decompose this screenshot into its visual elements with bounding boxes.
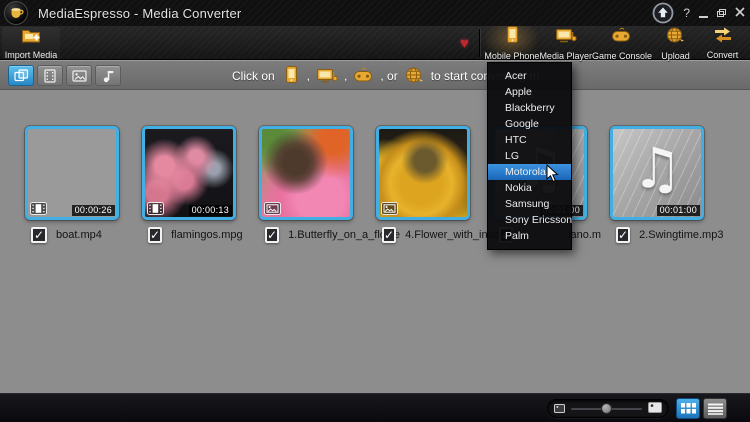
media-thumbnail[interactable]: 00:01:00 ♫	[610, 126, 704, 220]
media-checkbox[interactable]: ✓	[31, 227, 47, 243]
video-type-badge-icon	[30, 202, 47, 215]
window-title: MediaEspresso - Media Converter	[38, 5, 242, 21]
media-item: 00:01:00 ♫ ✓ 2.Swingtime.mp3	[610, 126, 723, 243]
duration-badge: 00:01:00	[656, 205, 700, 216]
heart-icon: ♥	[459, 34, 469, 52]
filter-photo-button[interactable]	[66, 65, 92, 86]
filter-video-icon	[44, 68, 56, 83]
zoom-in-icon[interactable]	[648, 400, 662, 418]
title-bar: MediaEspresso - Media Converter ?	[0, 0, 750, 26]
game-console-icon	[611, 25, 632, 50]
thumbnail-zoom-slider[interactable]	[547, 399, 669, 418]
media-item: ✓ 1.Butterfly_on_a_flowe	[259, 126, 400, 243]
device-menu-item-google[interactable]: Google	[488, 116, 571, 132]
minimize-button[interactable]	[699, 15, 708, 18]
upload-icon	[665, 25, 686, 50]
list-view-icon	[707, 403, 723, 415]
duration-badge: 00:00:13	[188, 205, 232, 216]
music-note-icon: ♫	[631, 136, 683, 202]
grid-view-icon	[680, 403, 696, 414]
media-player-label: Media Player	[539, 51, 592, 61]
toolbar-divider	[479, 29, 481, 57]
zoom-out-icon[interactable]	[554, 400, 565, 418]
media-checkbox[interactable]: ✓	[382, 227, 397, 243]
convert-icon	[712, 26, 734, 49]
media-thumbnail[interactable]: 00:00:26	[25, 126, 119, 220]
close-button[interactable]	[735, 7, 745, 19]
mobile-phone-icon	[502, 25, 522, 50]
favorites-button[interactable]: ♥	[451, 26, 477, 60]
device-button-group: ♥ Mobile Phone Media Player Game Console…	[451, 25, 746, 61]
media-item: ✓ 4.Flower_with_insect.j	[376, 126, 513, 243]
media-player-mini-icon	[316, 65, 338, 88]
list-view-button[interactable]	[703, 398, 727, 419]
filter-photo-icon	[71, 69, 87, 82]
device-menu-item-lg[interactable]: LG	[488, 148, 571, 164]
device-menu-item-palm[interactable]: Palm	[488, 228, 571, 244]
convert-label: Convert	[706, 50, 739, 60]
help-button[interactable]: ?	[683, 7, 690, 19]
media-checkbox[interactable]: ✓	[265, 227, 280, 243]
device-menu-item-blackberry[interactable]: Blackberry	[488, 100, 571, 116]
slider-track[interactable]	[571, 402, 642, 414]
device-brand-menu: Acer Apple Blackberry Google HTC LG Motorola No…	[487, 62, 572, 250]
bottom-bar	[0, 393, 750, 422]
media-filename: flamingos.mpg	[171, 229, 243, 241]
filter-music-icon	[103, 70, 113, 82]
upload-label: Upload	[661, 51, 690, 61]
toolbar-button-upload[interactable]: Upload	[652, 25, 699, 61]
slider-knob[interactable]	[600, 402, 612, 414]
filter-all-media-icon	[13, 69, 28, 82]
device-menu-item-apple[interactable]: Apple	[488, 84, 571, 100]
photo-type-badge-icon	[381, 202, 398, 215]
video-type-badge-icon	[147, 202, 164, 215]
mouse-cursor-icon	[546, 163, 559, 188]
device-menu-item-sony-ericsson[interactable]: Sony Ericsson	[488, 212, 572, 228]
media-library: 00:00:26 ✓ boat.mp4 00:00:13 ✓ flamingos…	[25, 126, 723, 243]
media-thumbnail[interactable]	[376, 126, 470, 220]
upload-mini-icon	[404, 65, 425, 88]
app-logo-icon	[4, 1, 28, 25]
media-filename: iano.m	[568, 229, 602, 241]
filter-bar: Click on , , , or to start converting m	[0, 60, 750, 90]
toolbar-button-game-console[interactable]: Game Console	[591, 25, 652, 61]
view-mode-toggle	[676, 398, 727, 419]
media-player-icon	[555, 25, 577, 50]
main-toolbar: Import Media ♥ Mobile Phone Media Player…	[0, 25, 750, 61]
media-converter-window: MediaEspresso - Media Converter ? Import…	[0, 0, 750, 422]
duration-badge: 00:00:26	[71, 205, 115, 216]
media-filename: boat.mp4	[56, 229, 102, 241]
import-media-label: Import Media	[4, 50, 58, 60]
media-item: 00:00:13 ✓ flamingos.mpg	[142, 126, 243, 243]
restore-button[interactable]	[717, 9, 726, 17]
media-thumbnail[interactable]: 00:00:13	[142, 126, 236, 220]
device-menu-item-htc[interactable]: HTC	[488, 132, 571, 148]
device-menu-item-samsung[interactable]: Samsung	[488, 196, 571, 212]
filter-music-button[interactable]	[95, 65, 121, 86]
upgrade-button[interactable]	[652, 2, 674, 24]
media-filename: 2.Swingtime.mp3	[639, 229, 724, 241]
import-media-button[interactable]: Import Media	[2, 26, 60, 60]
grid-view-button[interactable]	[676, 398, 700, 419]
photo-type-badge-icon	[264, 202, 281, 215]
mobile-phone-label: Mobile Phone	[484, 51, 540, 61]
media-thumbnail[interactable]	[259, 126, 353, 220]
toolbar-button-media-player[interactable]: Media Player	[539, 25, 592, 61]
filter-video-button[interactable]	[37, 65, 63, 86]
game-console-label: Game Console	[591, 51, 652, 61]
media-item: 00:00:26 ✓ boat.mp4	[25, 126, 119, 243]
toolbar-button-mobile-phone[interactable]: Mobile Phone	[484, 25, 540, 61]
device-menu-item-acer[interactable]: Acer	[488, 68, 571, 84]
mobile-phone-mini-icon	[281, 65, 301, 88]
game-console-mini-icon	[353, 65, 374, 88]
toolbar-button-convert[interactable]: Convert	[699, 26, 746, 60]
import-media-icon	[21, 26, 41, 49]
media-checkbox[interactable]: ✓	[616, 227, 631, 243]
filter-all-media-button[interactable]	[8, 65, 34, 86]
media-checkbox[interactable]: ✓	[148, 227, 163, 243]
